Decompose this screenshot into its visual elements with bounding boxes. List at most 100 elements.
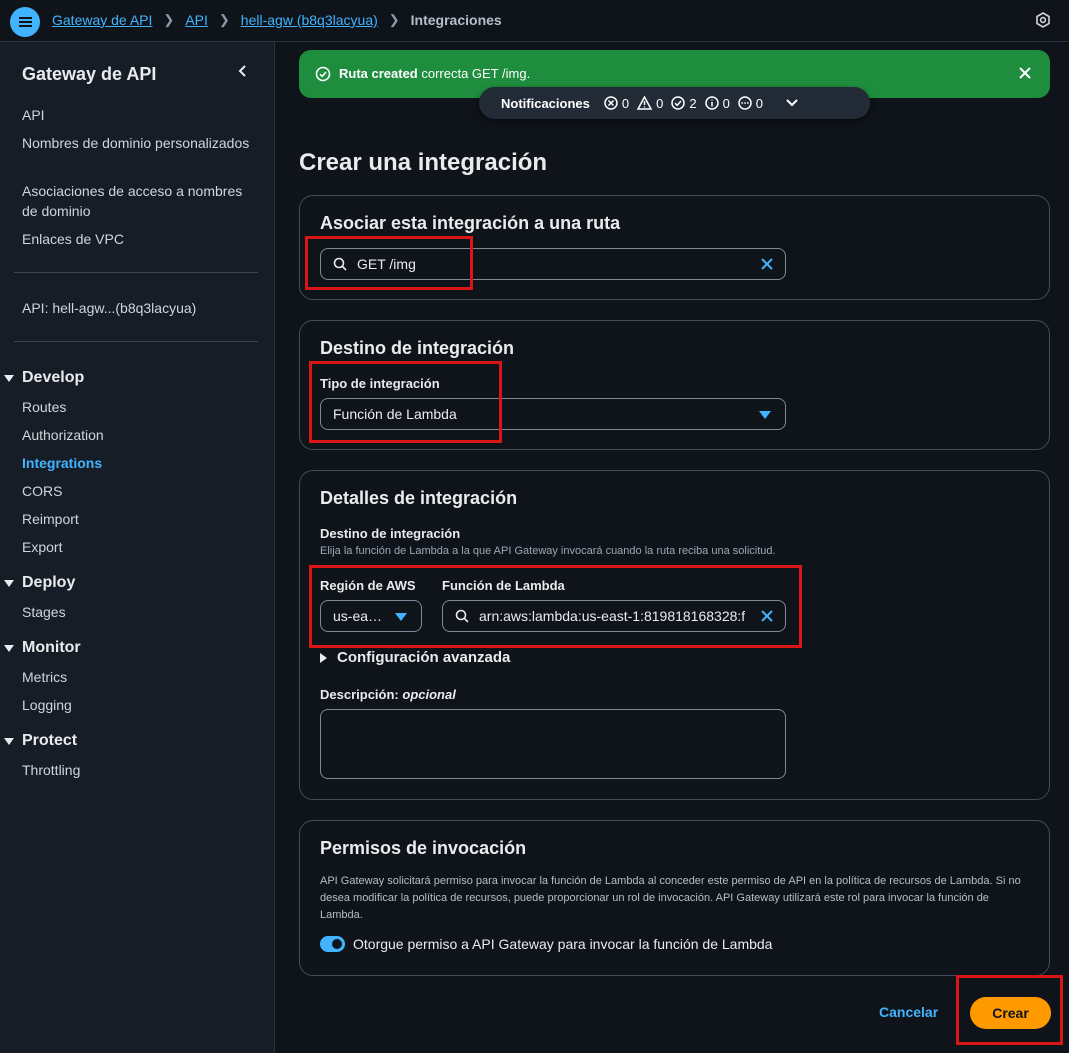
error-count: 0 (604, 96, 629, 111)
hamburger-icon (18, 21, 32, 23)
close-icon[interactable] (1018, 66, 1032, 80)
aws-region-value: us-ea… (333, 608, 383, 624)
sidebar: Gateway de API API Nombres de dominio pe… (0, 42, 275, 1053)
search-icon (333, 257, 347, 271)
sidebar-item-api[interactable]: API (22, 105, 252, 125)
chevron-right-icon: ❯ (388, 12, 400, 27)
success-count-value: 2 (689, 95, 697, 111)
sidebar-item-integrations[interactable]: Integrations (22, 453, 252, 473)
info-count-value: 0 (722, 95, 730, 111)
integration-target-description: Elija la función de Lambda a la que API … (320, 545, 776, 557)
sidebar-item-reimport[interactable]: Reimport (22, 509, 252, 529)
caret-down-icon (4, 374, 14, 382)
sidebar-item-routes[interactable]: Routes (22, 397, 252, 417)
section-label: Monitor (22, 639, 81, 656)
integration-details-card: Detalles de integración Destino de integ… (299, 470, 1050, 800)
info-count: 0 (704, 95, 730, 111)
grant-permission-toggle[interactable] (320, 936, 345, 952)
lambda-function-label: Función de Lambda (442, 578, 565, 593)
breadcrumb: Gateway de API ❯ API ❯ hell-agw (b8q3lac… (52, 12, 502, 28)
warning-icon (637, 96, 653, 110)
route-value: GET /img (357, 256, 416, 272)
description-label-text: Descripción: (320, 687, 399, 702)
error-icon (604, 96, 618, 110)
integration-type-value: Función de Lambda (333, 406, 457, 422)
caret-down-icon (395, 613, 407, 621)
sidebar-title: Gateway de API (22, 64, 157, 84)
sidebar-section-monitor[interactable]: Monitor (4, 639, 81, 657)
breadcrumb-api-name[interactable]: hell-agw (b8q3lacyua) (241, 12, 378, 28)
integration-target-card: Destino de integración Tipo de integraci… (299, 320, 1050, 450)
sidebar-section-deploy[interactable]: Deploy (4, 574, 75, 592)
check-circle-icon (315, 66, 331, 82)
lambda-function-value: arn:aws:lambda:us-east-1:819818168328:f (479, 608, 746, 624)
section-label: Deploy (22, 574, 76, 591)
notification-message: Ruta created correcta GET /img. (339, 66, 530, 81)
in-progress-count: 0 (738, 96, 763, 111)
breadcrumb-gateway-api[interactable]: Gateway de API (52, 12, 152, 28)
sidebar-item-vpc-links[interactable]: Enlaces de VPC (22, 229, 252, 249)
sidebar-item-custom-domains[interactable]: Nombres de dominio personalizados (22, 133, 252, 153)
chevron-right-icon: ❯ (218, 12, 230, 27)
divider (14, 341, 258, 342)
chevron-down-icon[interactable] (785, 98, 799, 108)
settings-icon[interactable] (1035, 12, 1051, 28)
in-progress-icon (738, 96, 752, 110)
in-progress-count-value: 0 (755, 95, 764, 111)
chevron-right-icon: ❯ (163, 12, 175, 27)
clear-icon[interactable] (760, 257, 774, 271)
section-label: Protect (22, 732, 78, 749)
sidebar-item-throttling[interactable]: Throttling (22, 760, 252, 780)
sidebar-section-develop[interactable]: Develop (4, 369, 84, 387)
success-icon (671, 96, 686, 110)
integration-details-heading: Detalles de integración (320, 488, 518, 508)
lambda-function-input[interactable]: arn:aws:lambda:us-east-1:819818168328:f (442, 600, 786, 632)
caret-down-icon (4, 737, 14, 745)
sidebar-item-export[interactable]: Export (22, 537, 252, 557)
notification-text: correcta GET /img. (417, 66, 531, 81)
aws-region-label: Región de AWS (320, 578, 416, 593)
route-card-heading: Asociar esta integración a una ruta (320, 213, 621, 233)
create-button[interactable]: Crear (970, 997, 1051, 1029)
search-icon (455, 609, 469, 623)
invocation-permissions-heading: Permisos de invocación (320, 838, 527, 858)
invocation-permissions-card: Permisos de invocación API Gateway solic… (299, 820, 1050, 976)
breadcrumb-api[interactable]: API (185, 12, 208, 28)
sidebar-item-authorization[interactable]: Authorization (22, 425, 252, 445)
optional-tag: opcional (402, 687, 456, 702)
sidebar-item-stages[interactable]: Stages (22, 602, 252, 622)
info-icon (704, 96, 719, 110)
sidebar-section-protect[interactable]: Protect (4, 732, 77, 750)
success-count: 2 (671, 95, 697, 111)
caret-right-icon (320, 652, 327, 663)
grant-permission-label: Otorgue permiso a API Gateway para invoc… (353, 936, 773, 952)
sidebar-item-cors[interactable]: CORS (22, 481, 252, 501)
divider (14, 272, 258, 273)
caret-down-icon (4, 644, 14, 652)
aws-region-select[interactable]: us-ea… (320, 600, 422, 632)
advanced-settings-label: Configuración avanzada (337, 649, 511, 666)
route-select-input[interactable]: GET /img (320, 248, 786, 280)
integration-type-select[interactable]: Función de Lambda (320, 398, 786, 430)
route-card: Asociar esta integración a una ruta GET … (299, 195, 1050, 300)
sidebar-item-domain-access[interactable]: Asociaciones de acceso a nombres de domi… (22, 181, 252, 221)
notifications-bar[interactable]: Notificaciones 0 0 2 0 0 (479, 87, 870, 119)
integration-target-label: Destino de integración (320, 526, 461, 541)
top-navigation-bar: Gateway de API ❯ API ❯ hell-agw (b8q3lac… (0, 0, 1069, 42)
caret-down-icon (759, 411, 771, 419)
description-textarea[interactable] (320, 709, 786, 779)
notification-bold: Ruta created (339, 66, 418, 81)
integration-target-heading: Destino de integración (320, 338, 515, 358)
cancel-button[interactable]: Cancelar (879, 1004, 938, 1020)
sidebar-item-metrics[interactable]: Metrics (22, 667, 252, 687)
sidebar-item-logging[interactable]: Logging (22, 695, 252, 715)
menu-button[interactable] (10, 7, 40, 37)
collapse-sidebar-icon[interactable] (236, 64, 250, 78)
breadcrumb-current: Integraciones (410, 12, 502, 28)
clear-icon[interactable] (760, 609, 774, 623)
error-count-value: 0 (621, 95, 630, 111)
advanced-settings-toggle[interactable]: Configuración avanzada (320, 649, 510, 666)
page-title: Crear una integración (299, 149, 548, 176)
sidebar-item-api-name[interactable]: API: hell-agw...(b8q3lacyua) (22, 298, 252, 318)
integration-type-label: Tipo de integración (320, 376, 440, 391)
